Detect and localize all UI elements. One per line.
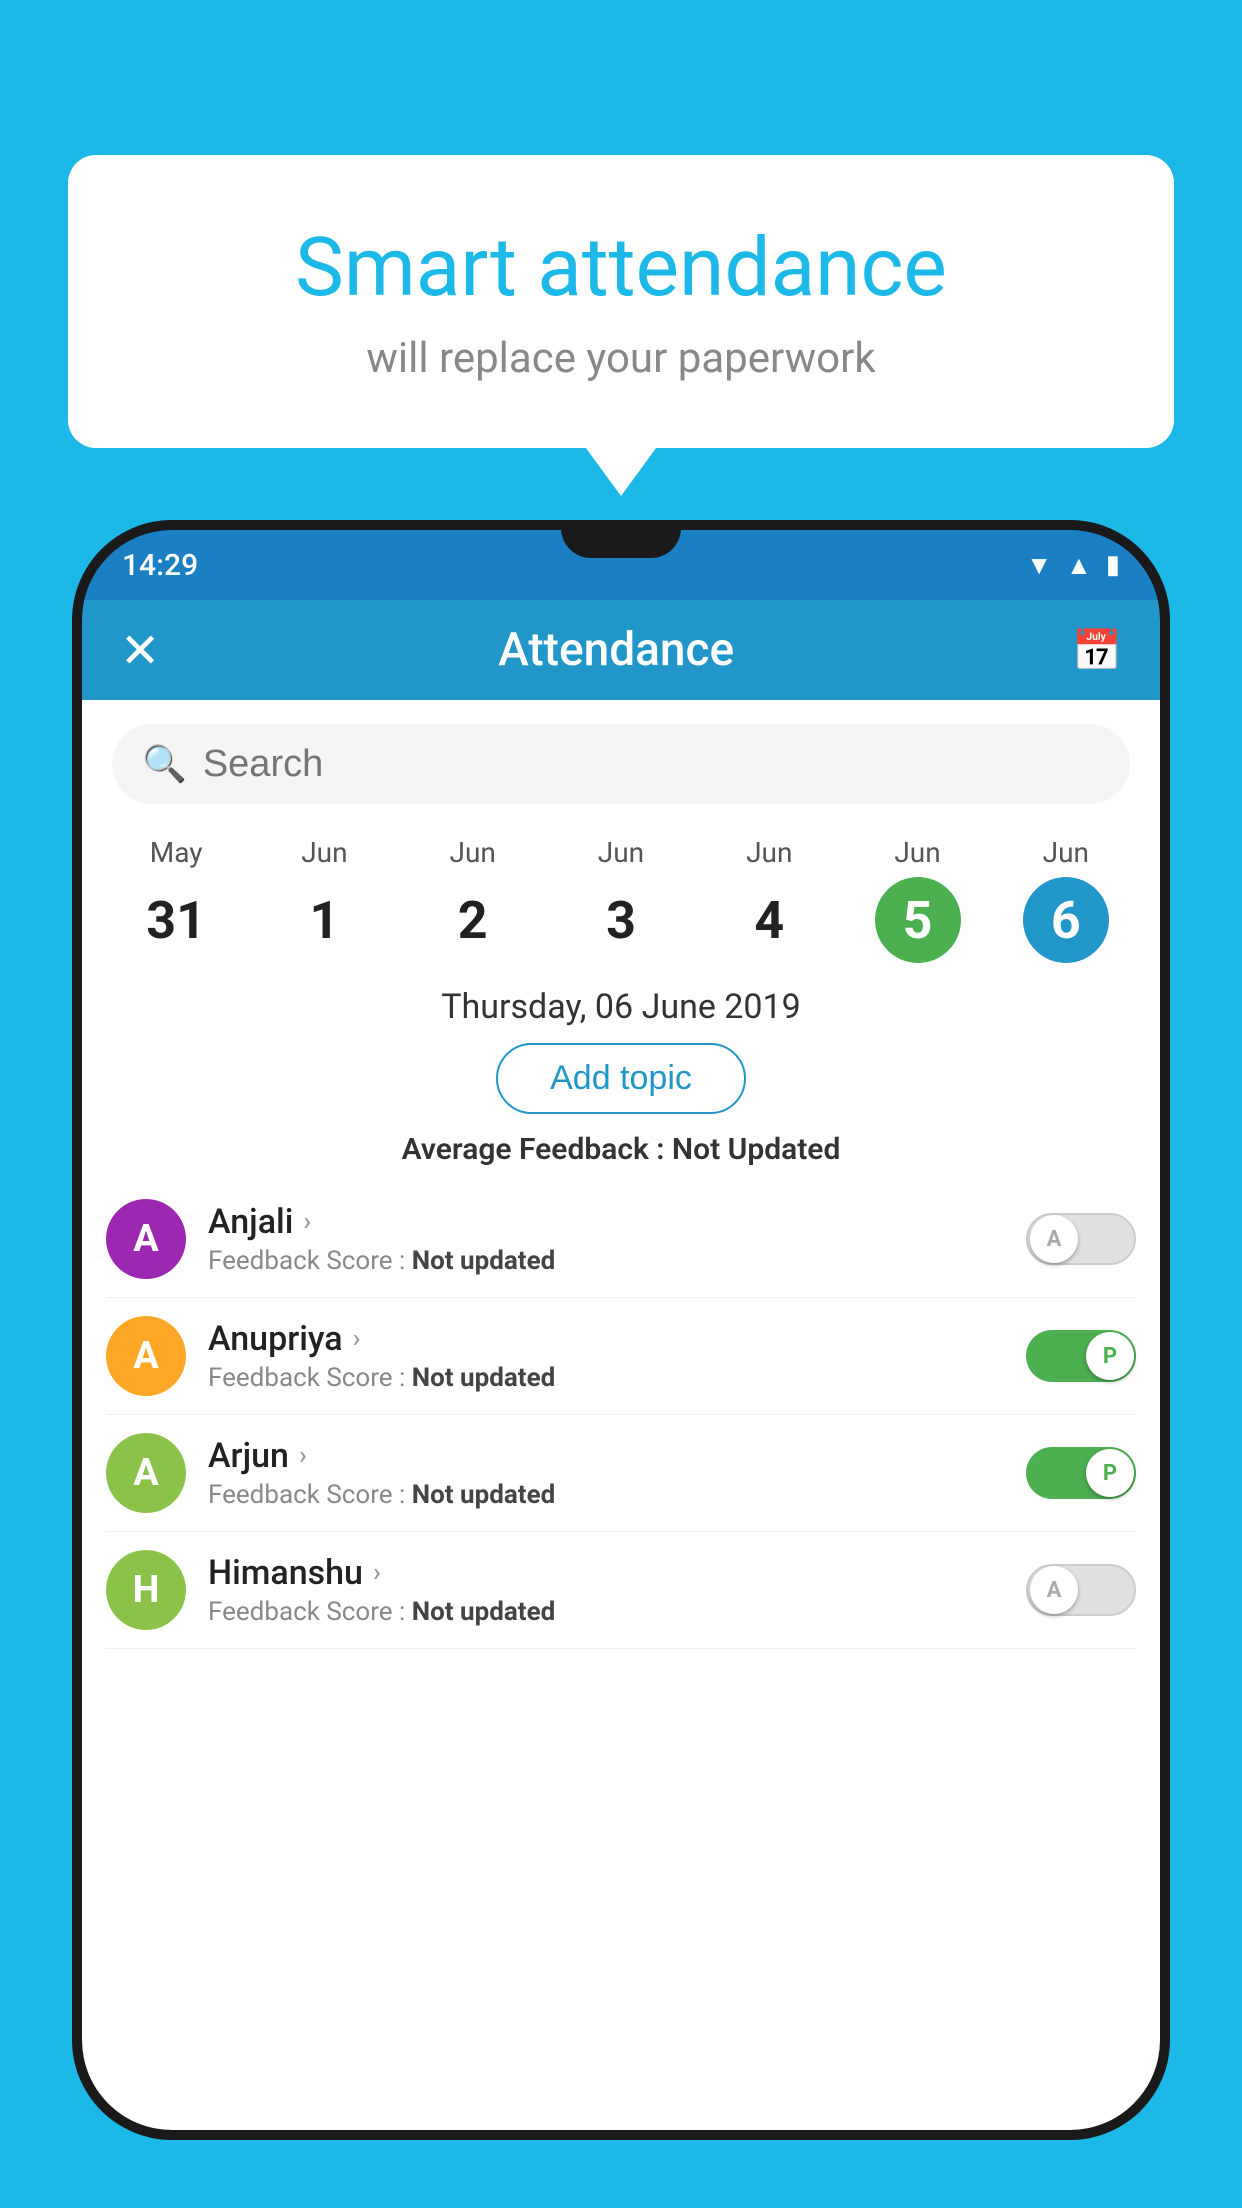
battery-icon: ▮ [1106, 550, 1120, 580]
toggle-knob-2: P [1086, 1449, 1134, 1497]
date-month-3: Jun [598, 836, 644, 869]
toggle-2[interactable]: P [1026, 1447, 1136, 1499]
date-col-2[interactable]: Jun 2 [430, 836, 516, 963]
app-header: ✕ Attendance 📅 [82, 600, 1160, 700]
date-month-5: Jun [894, 836, 940, 869]
date-num-2[interactable]: 2 [430, 877, 516, 963]
student-row-3: H Himanshu › Feedback Score : Not updatedA [106, 1532, 1136, 1649]
signal-icon: ▲ [1066, 550, 1092, 581]
date-num-1[interactable]: 1 [281, 877, 367, 963]
avg-feedback-prefix: Average Feedback : [402, 1132, 672, 1167]
date-month-1: Jun [301, 836, 347, 869]
chevron-icon-2: › [299, 1441, 307, 1471]
selected-date-label: Thursday, 06 June 2019 [82, 987, 1160, 1027]
student-name-3[interactable]: Himanshu › [208, 1553, 1026, 1593]
date-num-4[interactable]: 4 [726, 877, 812, 963]
toggle-1[interactable]: P [1026, 1330, 1136, 1382]
student-name-0[interactable]: Anjali › [208, 1202, 1026, 1242]
student-feedback-2: Feedback Score : Not updated [208, 1480, 1026, 1510]
toggle-knob-0: A [1030, 1215, 1078, 1263]
speech-bubble-area: Smart attendance will replace your paper… [68, 155, 1174, 448]
avatar-1: A [106, 1316, 186, 1396]
speech-bubble-subtitle: will replace your paperwork [128, 334, 1114, 383]
student-feedback-0: Feedback Score : Not updated [208, 1246, 1026, 1276]
search-icon: 🔍 [142, 743, 187, 785]
search-input[interactable] [203, 743, 1100, 786]
toggle-0[interactable]: A [1026, 1213, 1136, 1265]
screen-content: 🔍 May 31 Jun 1 Jun 2 Jun 3 Jun 4 Jun 5 Jun 6 Thursday… [82, 700, 1160, 2130]
student-name-2[interactable]: Arjun › [208, 1436, 1026, 1476]
date-num-5[interactable]: 5 [875, 877, 961, 963]
date-col-5[interactable]: Jun 5 [875, 836, 961, 963]
student-info-1: Anupriya › Feedback Score : Not updated [208, 1319, 1026, 1393]
chevron-icon-0: › [303, 1207, 311, 1237]
toggle-container-0[interactable]: A [1026, 1213, 1136, 1265]
student-row-0: AAnjali ›Feedback Score : Not updatedA [106, 1181, 1136, 1298]
status-icons: ▼ ▲ ▮ [1026, 550, 1120, 581]
date-month-4: Jun [746, 836, 792, 869]
add-topic-button[interactable]: Add topic [496, 1043, 746, 1114]
search-bar[interactable]: 🔍 [112, 724, 1130, 804]
phone-notch [561, 520, 681, 558]
date-col-3[interactable]: Jun 3 [578, 836, 664, 963]
date-col-6[interactable]: Jun 6 [1023, 836, 1109, 963]
student-row-1: A Anupriya › Feedback Score : Not updated P [106, 1298, 1136, 1415]
toggle-container-3[interactable]: A [1026, 1564, 1136, 1616]
phone-container: 14:29 ▼ ▲ ▮ ✕ Attendance 📅 🔍 [72, 520, 1170, 2208]
date-num-3[interactable]: 3 [578, 877, 664, 963]
toggle-knob-3: A [1030, 1566, 1078, 1614]
speech-bubble-title: Smart attendance [128, 220, 1114, 316]
date-row: May 31 Jun 1 Jun 2 Jun 3 Jun 4 Jun 5 Jun 6 [82, 820, 1160, 963]
avatar-3: H [106, 1550, 186, 1630]
student-info-3: Himanshu › Feedback Score : Not updated [208, 1553, 1026, 1627]
date-month-2: Jun [450, 836, 496, 869]
calendar-icon[interactable]: 📅 [1072, 627, 1122, 674]
date-num-6[interactable]: 6 [1023, 877, 1109, 963]
status-time: 14:29 [122, 548, 198, 583]
student-feedback-1: Feedback Score : Not updated [208, 1363, 1026, 1393]
phone-outer: 14:29 ▼ ▲ ▮ ✕ Attendance 📅 🔍 [72, 520, 1170, 2140]
student-info-0: Anjali › Feedback Score : Not updated [208, 1202, 1026, 1276]
student-name-1[interactable]: Anupriya › [208, 1319, 1026, 1359]
wifi-icon: ▼ [1026, 550, 1052, 581]
date-num-0[interactable]: 31 [133, 877, 219, 963]
student-row-2: A Arjun › Feedback Score : Not updated P [106, 1415, 1136, 1532]
avg-feedback-value: Not Updated [672, 1132, 840, 1167]
avatar-0: A [106, 1199, 186, 1279]
speech-bubble: Smart attendance will replace your paper… [68, 155, 1174, 448]
date-month-6: Jun [1043, 836, 1089, 869]
avatar-2: A [106, 1433, 186, 1513]
toggle-3[interactable]: A [1026, 1564, 1136, 1616]
avg-feedback: Average Feedback : Not Updated [82, 1132, 1160, 1167]
student-info-2: Arjun › Feedback Score : Not updated [208, 1436, 1026, 1510]
toggle-container-1[interactable]: P [1026, 1330, 1136, 1382]
date-month-0: May [150, 836, 203, 869]
date-col-1[interactable]: Jun 1 [281, 836, 367, 963]
chevron-icon-3: › [373, 1558, 381, 1588]
student-list: AAnjali ›Feedback Score : Not updatedAAA… [82, 1181, 1160, 1649]
toggle-knob-1: P [1086, 1332, 1134, 1380]
close-button[interactable]: ✕ [120, 622, 160, 679]
header-title: Attendance [498, 623, 734, 677]
toggle-container-2[interactable]: P [1026, 1447, 1136, 1499]
student-feedback-3: Feedback Score : Not updated [208, 1597, 1026, 1627]
chevron-icon-1: › [353, 1324, 361, 1354]
date-col-0[interactable]: May 31 [133, 836, 219, 963]
date-col-4[interactable]: Jun 4 [726, 836, 812, 963]
phone-inner: 14:29 ▼ ▲ ▮ ✕ Attendance 📅 🔍 [82, 530, 1160, 2130]
